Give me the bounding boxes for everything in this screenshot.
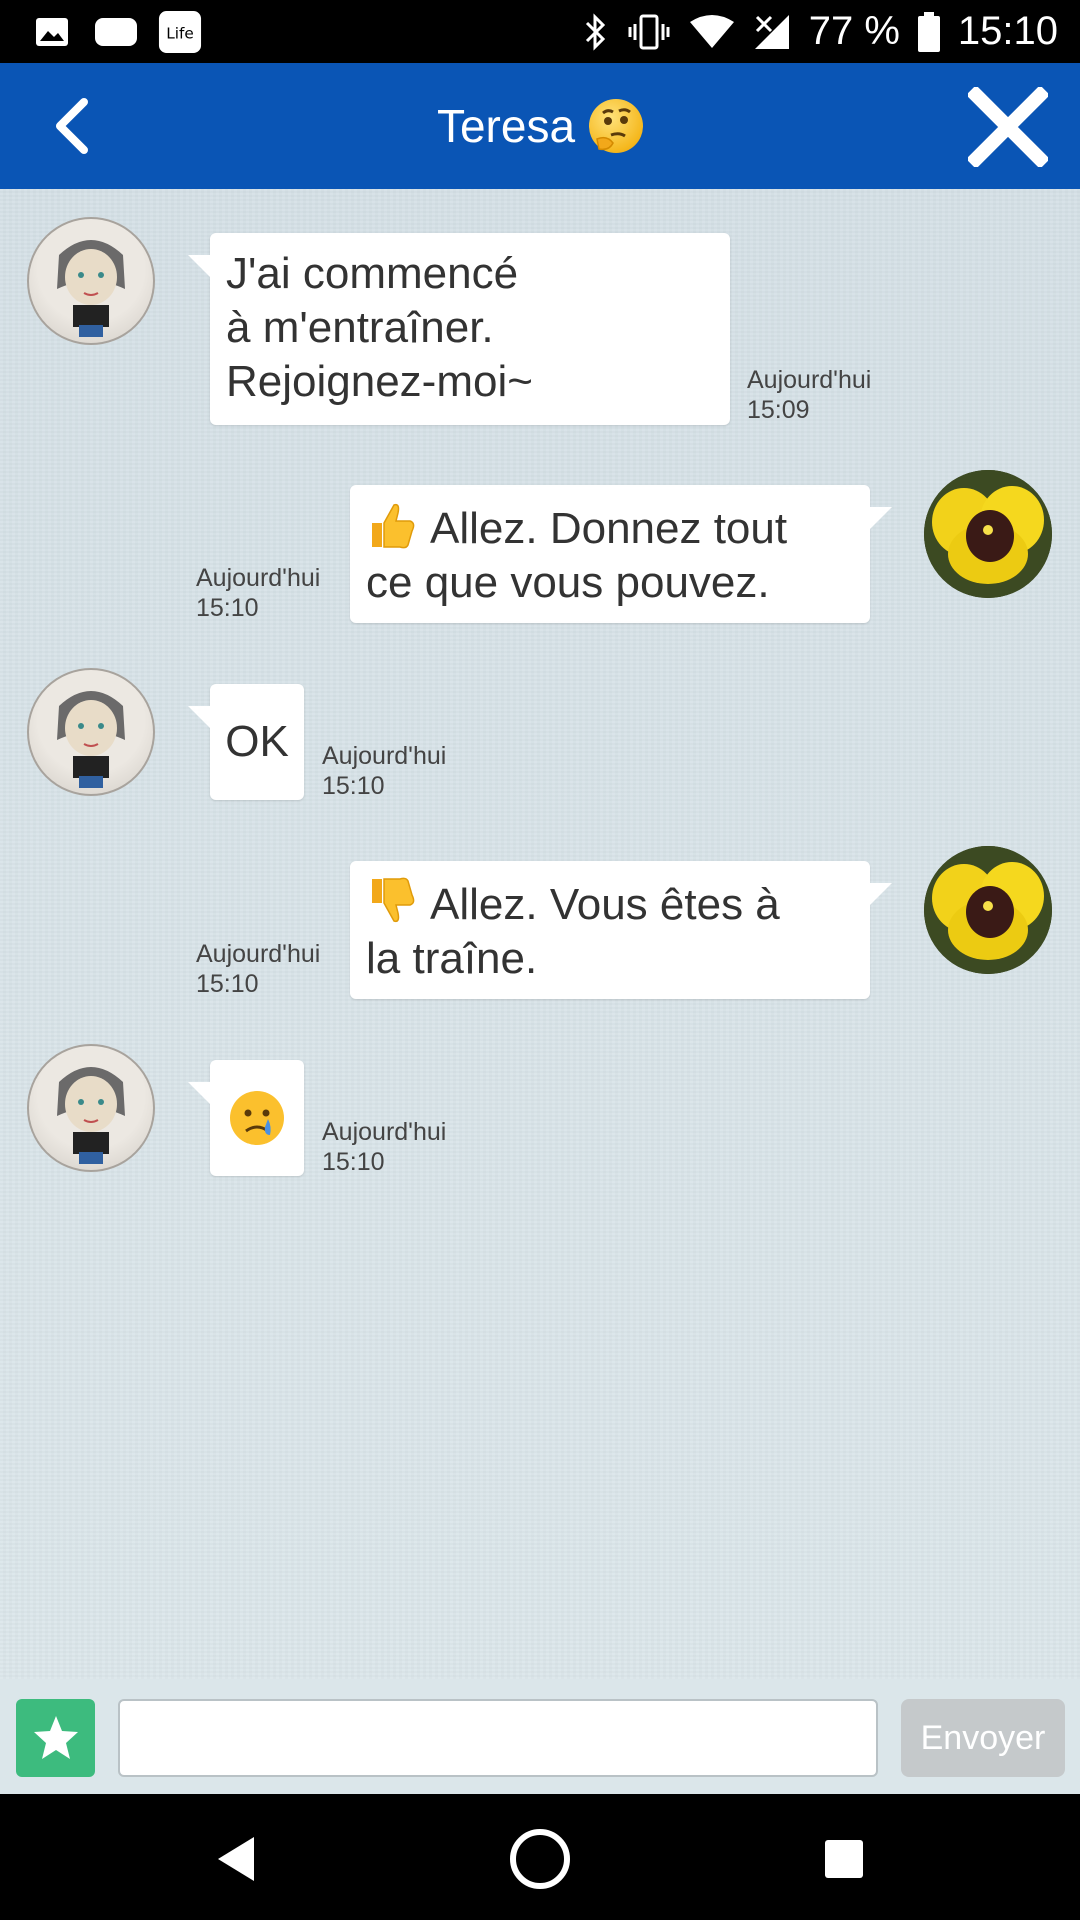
system-nav-bar (0, 1794, 1080, 1920)
my-avatar[interactable] (924, 846, 1052, 974)
message-text-line: la traîne. (366, 934, 538, 983)
thinking-face-emoji (589, 99, 644, 153)
my-avatar[interactable] (924, 470, 1052, 598)
star-icon (33, 1716, 78, 1759)
clock: 15:10 (957, 9, 1058, 53)
bubble-tail (870, 507, 892, 529)
message-input[interactable] (118, 1699, 878, 1777)
battery-icon (917, 11, 940, 52)
chat-header: Teresa (0, 63, 1080, 189)
contact-avatar[interactable] (27, 1044, 155, 1172)
svg-text:Life: Life (166, 25, 194, 43)
message-timestamp: Aujourd'hui 15:09 (747, 365, 871, 425)
message-bubble[interactable]: OK (188, 684, 304, 800)
message-text-line: Allez. Donnez tout (366, 499, 854, 556)
message-timestamp: Aujourd'hui 15:10 (322, 741, 446, 801)
timestamp-day: Aujourd'hui (196, 940, 321, 968)
contact-avatar[interactable] (27, 668, 155, 796)
message-bubble[interactable]: J'ai commencé à m'entraîner. Rejoignez-m… (188, 233, 730, 425)
cloud-icon (94, 10, 138, 54)
crying-face-emoji (230, 1091, 284, 1145)
close-button[interactable] (966, 85, 1050, 169)
message-bubble[interactable] (188, 1060, 304, 1176)
message-timestamp: Aujourd'hui 15:10 (196, 939, 320, 999)
bubble-tail (188, 255, 210, 277)
wifi-icon (689, 14, 735, 50)
timestamp-time: 15:10 (196, 970, 259, 998)
bubble-tail (870, 883, 892, 905)
lifesum-icon: Life (158, 10, 202, 54)
message-timestamp: Aujourd'hui 15:10 (196, 563, 320, 623)
message-text: Allez. Vous êtes à (430, 880, 780, 929)
thumbs-down-emoji (372, 877, 415, 923)
bubble-tail (188, 706, 210, 728)
close-icon (968, 87, 1048, 167)
message-text: Allez. Donnez tout (430, 504, 788, 553)
system-icons: 77 % 15:10 (583, 0, 1058, 63)
timestamp-time: 15:09 (747, 396, 810, 424)
contact-name: Teresa (436, 100, 576, 152)
message-list[interactable]: J'ai commencé à m'entraîner. Rejoignez-m… (0, 189, 1080, 1679)
timestamp-day: Aujourd'hui (322, 742, 447, 770)
vibrate-icon (627, 12, 671, 52)
message-bubble[interactable]: Allez. Vous êtes à la traîne. (350, 861, 892, 999)
message-text-line: J'ai commencé (226, 249, 519, 298)
message-timestamp: Aujourd'hui 15:10 (322, 1117, 446, 1177)
favorite-button[interactable] (16, 1699, 95, 1777)
timestamp-day: Aujourd'hui (322, 1118, 447, 1146)
thumbs-up-emoji (372, 503, 415, 549)
message-text-line: OK (225, 717, 289, 766)
message-text-line: ce que vous pouvez. (366, 558, 770, 607)
contact-avatar[interactable] (27, 217, 155, 345)
message-composer: Envoyer (0, 1679, 1080, 1794)
status-bar: Life 77 % 15:10 (0, 0, 1080, 63)
timestamp-time: 15:10 (322, 1148, 385, 1176)
back-triangle-icon (218, 1837, 254, 1881)
no-signal-icon (753, 13, 791, 51)
image-icon (30, 10, 74, 54)
message-text-line: Rejoignez-moi~ (226, 357, 533, 406)
nav-back-button[interactable] (201, 1824, 271, 1894)
message-text-line: à m'entraîner. (226, 303, 494, 352)
notification-icons: Life (30, 10, 202, 54)
timestamp-time: 15:10 (322, 772, 385, 800)
send-button[interactable]: Envoyer (901, 1699, 1065, 1777)
message-bubble[interactable]: Allez. Donnez tout ce que vous pouvez. (350, 485, 892, 623)
battery-text: 77 % (808, 9, 900, 53)
bluetooth-icon (583, 12, 609, 52)
bubble-tail (188, 1082, 210, 1104)
nav-recents-button[interactable] (809, 1824, 879, 1894)
timestamp-day: Aujourd'hui (196, 564, 321, 592)
recents-square-icon (825, 1840, 863, 1878)
message-text-line: Allez. Vous êtes à (366, 875, 854, 932)
timestamp-day: Aujourd'hui (747, 366, 872, 394)
chat-screen: Life 77 % 15:10 Teresa J'ai commencé à m… (0, 0, 1080, 1920)
conversation-title: Teresa (0, 63, 1080, 189)
nav-home-button[interactable] (505, 1824, 575, 1894)
timestamp-time: 15:10 (196, 594, 259, 622)
home-circle-icon (510, 1829, 570, 1889)
